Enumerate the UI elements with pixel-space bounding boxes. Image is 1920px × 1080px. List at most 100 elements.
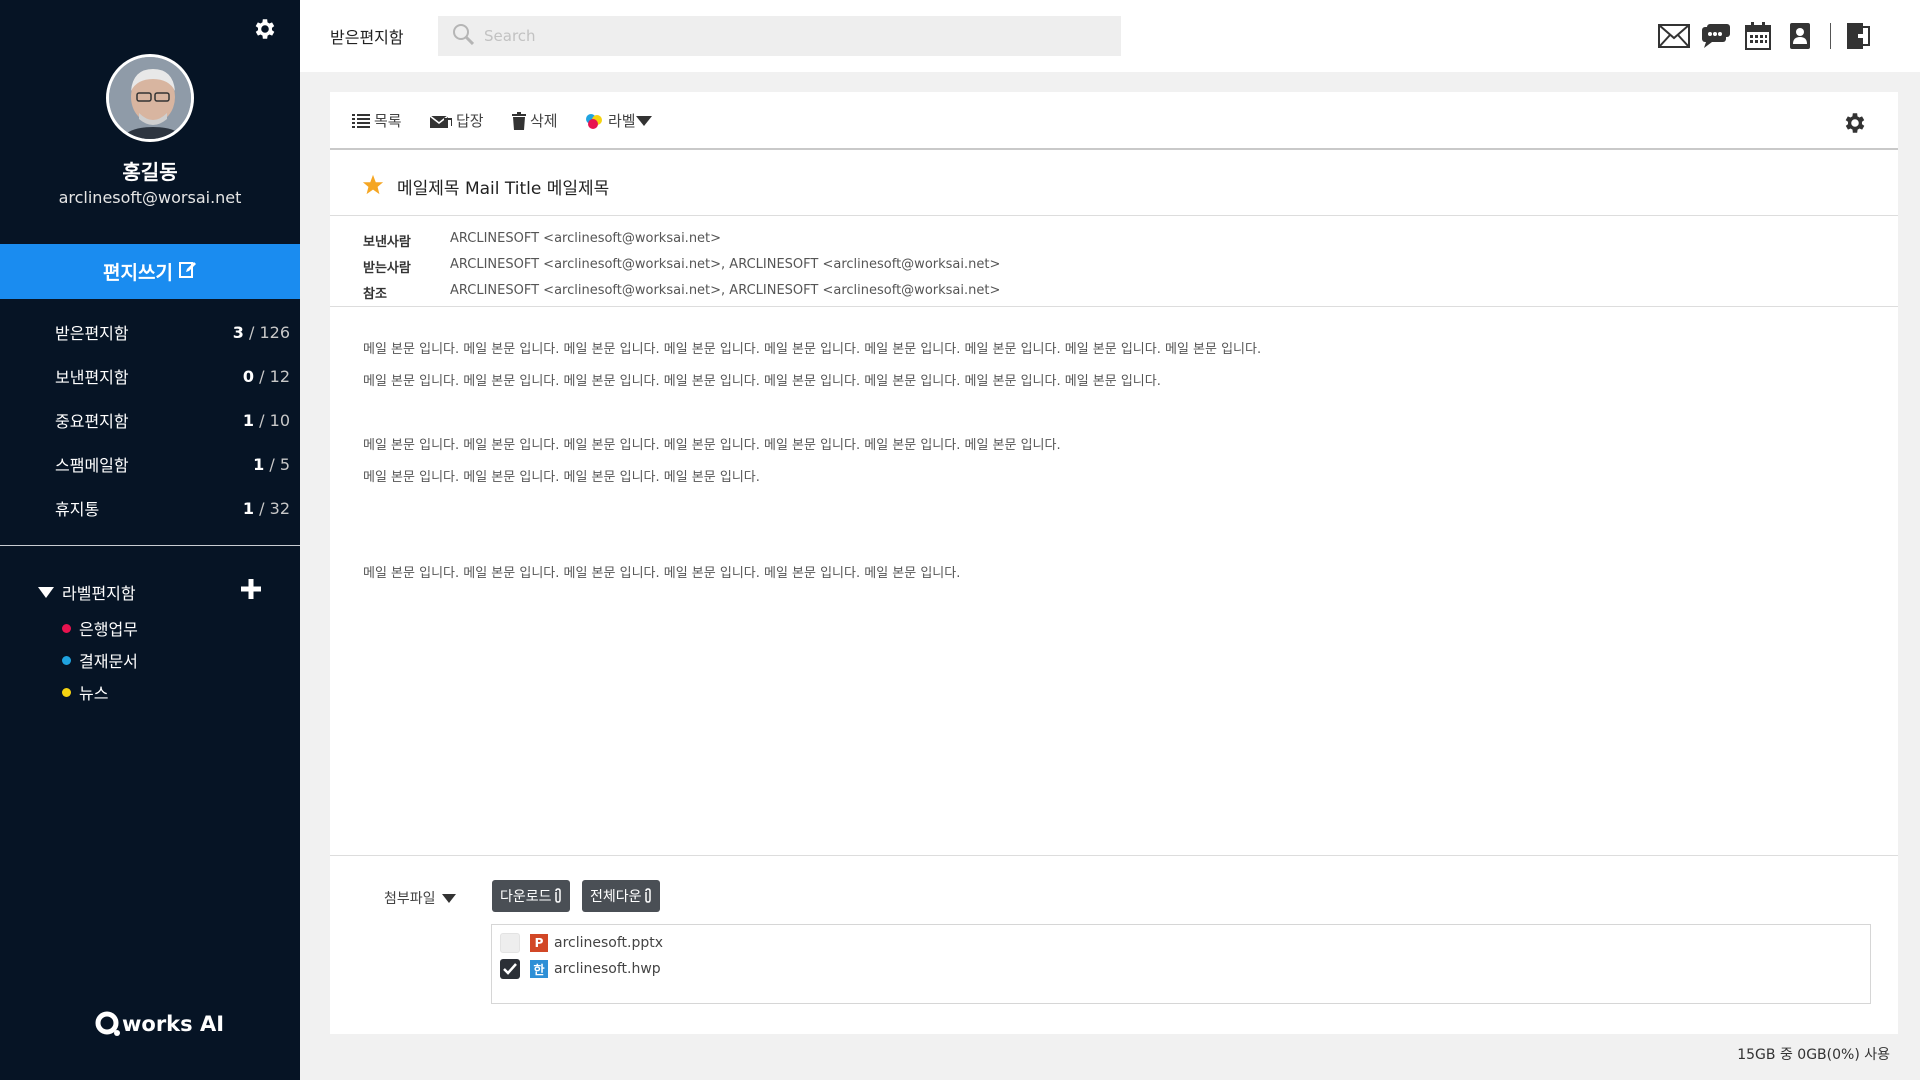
folder-unread: 0 bbox=[242, 366, 255, 386]
add-label-plus-icon[interactable] bbox=[240, 578, 262, 600]
folder-sent[interactable]: 보낸편지함 0 / 12 bbox=[0, 354, 300, 398]
delete-label: 삭제 bbox=[530, 112, 558, 130]
trash-icon bbox=[512, 111, 526, 130]
attachments-label: 첨부파일 bbox=[384, 891, 436, 907]
folder-unread: 1 bbox=[242, 498, 255, 518]
attachment-item[interactable]: 한 arclinesoft.hwp bbox=[500, 959, 661, 979]
contacts-icon[interactable] bbox=[1784, 20, 1816, 52]
settings-gear-icon[interactable] bbox=[252, 16, 278, 42]
label-color-dot bbox=[62, 687, 71, 697]
download-all-button[interactable]: 전체다운 bbox=[582, 880, 660, 912]
label-button-label: 라벨 bbox=[608, 112, 636, 130]
paperclip-icon bbox=[644, 888, 651, 903]
to-key: 받는사람 bbox=[363, 261, 411, 276]
label-item-news[interactable]: 뉴스 bbox=[62, 680, 108, 704]
folder-unread: 1 bbox=[242, 410, 255, 430]
folder-spam[interactable]: 스팸메일함 1 / 5 bbox=[0, 442, 300, 486]
chat-icon[interactable] bbox=[1700, 20, 1732, 52]
compose-label: 편지쓰기 bbox=[103, 262, 173, 284]
top-bar: 받은편지함 bbox=[300, 0, 1920, 72]
folder-count: 0 / 12 bbox=[190, 367, 290, 386]
label-dropdown-button[interactable]: 라벨 bbox=[584, 110, 656, 131]
icon-separator bbox=[1830, 23, 1831, 49]
user-name: 홍길동 bbox=[122, 160, 178, 184]
mail-toolbar: 목록 답장 삭제 라벨 bbox=[330, 92, 1898, 150]
from-value[interactable]: ARCLINESOFT <arclinesoft@worksai.net> bbox=[450, 231, 721, 250]
folder-name: 스팸메일함 bbox=[55, 456, 129, 475]
folder-list: 받은편지함 3 / 126 보낸편지함 0 / 12 중요편지함 1 / 10 … bbox=[0, 310, 300, 530]
folder-name: 보낸편지함 bbox=[55, 368, 129, 387]
search-box[interactable] bbox=[438, 16, 1121, 56]
folder-total: / 10 bbox=[259, 410, 290, 430]
to-value[interactable]: ARCLINESOFT <arclinesoft@worksai.net>, A… bbox=[450, 257, 1000, 276]
hwp-file-icon: 한 bbox=[530, 960, 548, 978]
folder-count: 1 / 10 bbox=[190, 411, 290, 430]
attachment-item[interactable]: P arclinesoft.pptx bbox=[500, 933, 663, 953]
logo-text: works AI bbox=[122, 1012, 225, 1036]
attachment-list: P arclinesoft.pptx 한 arclinesoft.hwp bbox=[491, 924, 1871, 1004]
folder-name: 휴지통 bbox=[55, 500, 100, 519]
mail-subject: 메일제목 Mail Title 메일제목 bbox=[397, 179, 610, 199]
folder-name: 중요편지함 bbox=[55, 412, 129, 431]
caret-down-icon bbox=[635, 115, 652, 126]
user-email: arclinesoft@worsai.net bbox=[58, 188, 242, 207]
folder-important[interactable]: 중요편지함 1 / 10 bbox=[0, 398, 300, 442]
folder-name: 받은편지함 bbox=[55, 324, 129, 343]
mail-settings-gear-icon[interactable] bbox=[1842, 110, 1868, 136]
folder-inbox[interactable]: 받은편지함 3 / 126 bbox=[0, 310, 300, 354]
delete-button[interactable]: 삭제 bbox=[512, 110, 558, 131]
label-item-bank[interactable]: 은행업무 bbox=[62, 616, 138, 640]
attachment-name: arclinesoft.pptx bbox=[554, 935, 664, 951]
reply-button[interactable]: 답장 bbox=[430, 110, 484, 131]
body-paragraph: 메일 본문 입니다. 메일 본문 입니다. 메일 본문 입니다. 메일 본문 입… bbox=[363, 374, 1161, 389]
top-icons bbox=[1658, 20, 1885, 52]
folder-total: / 32 bbox=[259, 498, 290, 518]
calendar-icon[interactable] bbox=[1742, 20, 1774, 52]
attachment-checkbox[interactable] bbox=[500, 959, 520, 979]
folder-total: / 12 bbox=[259, 366, 290, 386]
avatar[interactable] bbox=[106, 54, 194, 142]
header-to-row: 받는사람 ARCLINESOFT <arclinesoft@worksai.ne… bbox=[363, 257, 1000, 276]
cc-key: 참조 bbox=[363, 287, 387, 302]
subject-row: 메일제목 Mail Title 메일제목 bbox=[330, 152, 1898, 216]
sidebar-divider bbox=[0, 545, 300, 546]
logout-icon[interactable] bbox=[1843, 20, 1875, 52]
from-key: 보낸사람 bbox=[363, 235, 411, 250]
caret-down-icon bbox=[441, 893, 456, 903]
label-name: 은행업무 bbox=[79, 620, 138, 639]
search-input[interactable] bbox=[484, 27, 1104, 45]
folder-count: 3 / 126 bbox=[190, 323, 290, 342]
cc-value[interactable]: ARCLINESOFT <arclinesoft@worksai.net>, A… bbox=[450, 283, 1000, 302]
labels-header[interactable]: 라벨편지함 bbox=[38, 578, 268, 604]
compose-edit-icon bbox=[178, 260, 197, 283]
attachment-name: arclinesoft.hwp bbox=[554, 961, 661, 977]
body-paragraph: 메일 본문 입니다. 메일 본문 입니다. 메일 본문 입니다. 메일 본문 입… bbox=[363, 470, 760, 485]
storage-usage: 15GB 중 0GB(0%) 사용 bbox=[1737, 1047, 1890, 1063]
label-item-approval[interactable]: 결재문서 bbox=[62, 648, 138, 672]
folder-total: / 126 bbox=[248, 322, 290, 342]
attachments-section: 첨부파일 다운로드 전체다운 P arclinesoft.pptx 한 arcl… bbox=[330, 855, 1898, 1034]
list-button[interactable]: 목록 bbox=[352, 110, 402, 131]
attachment-checkbox[interactable] bbox=[500, 933, 520, 953]
folder-total: / 5 bbox=[269, 454, 290, 474]
label-name: 뉴스 bbox=[79, 684, 109, 703]
folder-unread: 1 bbox=[253, 454, 265, 474]
download-label: 다운로드 bbox=[500, 889, 552, 905]
download-button[interactable]: 다운로드 bbox=[492, 880, 570, 912]
mail-headers: 보낸사람 ARCLINESOFT <arclinesoft@worksai.ne… bbox=[330, 217, 1898, 307]
works-ai-logo: works AI bbox=[94, 1010, 224, 1038]
folder-trash[interactable]: 휴지통 1 / 32 bbox=[0, 486, 300, 530]
folder-count: 1 / 32 bbox=[190, 499, 290, 518]
star-icon[interactable] bbox=[362, 174, 384, 200]
body-paragraph: 메일 본문 입니다. 메일 본문 입니다. 메일 본문 입니다. 메일 본문 입… bbox=[363, 566, 961, 581]
attachments-toggle[interactable]: 첨부파일 bbox=[384, 888, 456, 908]
download-all-label: 전체다운 bbox=[590, 889, 642, 905]
body-paragraph: 메일 본문 입니다. 메일 본문 입니다. 메일 본문 입니다. 메일 본문 입… bbox=[363, 342, 1262, 357]
compose-button[interactable]: 편지쓰기 bbox=[0, 244, 300, 299]
checkmark-icon bbox=[503, 963, 517, 975]
list-label: 목록 bbox=[374, 112, 402, 130]
mail-icon[interactable] bbox=[1658, 20, 1690, 52]
search-icon bbox=[452, 23, 475, 49]
sidebar: 홍길동 arclinesoft@worsai.net 편지쓰기 받은편지함 3 … bbox=[0, 0, 300, 1080]
label-name: 결재문서 bbox=[79, 652, 138, 671]
